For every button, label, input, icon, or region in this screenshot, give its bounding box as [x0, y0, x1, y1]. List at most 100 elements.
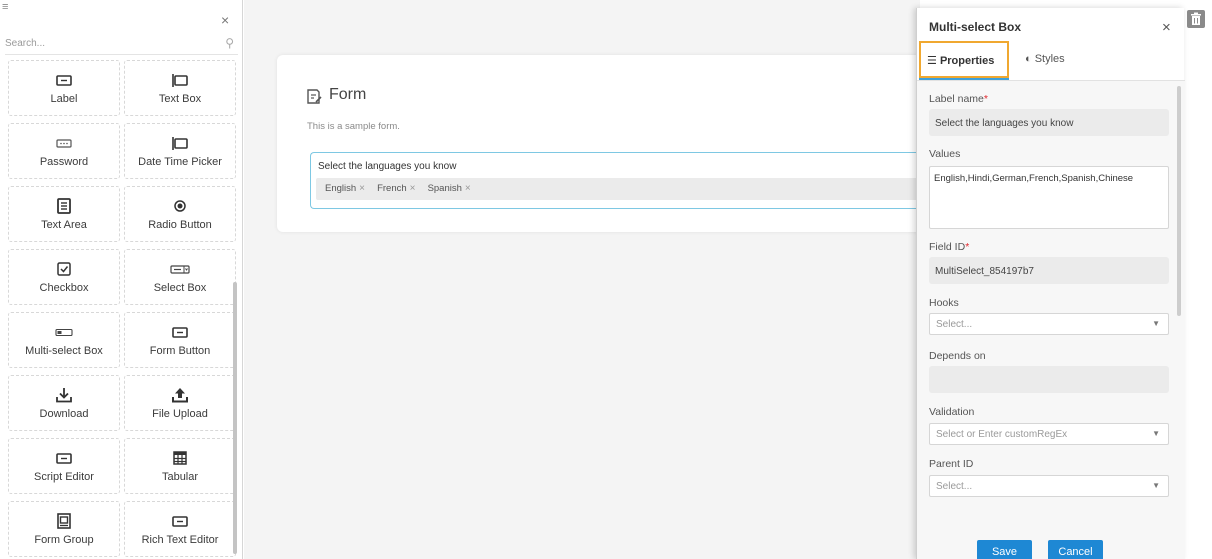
tile-text-box[interactable]: Text Box [124, 60, 236, 116]
values-textarea[interactable]: English,Hindi,German,French,Spanish,Chin… [929, 166, 1169, 229]
hooks-select[interactable]: Select... ▼ [929, 313, 1169, 335]
values-label: Values [929, 148, 961, 160]
date-time-picker-icon [172, 137, 188, 150]
tile-form-button[interactable]: Form Button [124, 312, 236, 368]
panel-close-icon[interactable]: × [1162, 19, 1171, 36]
palette-close-icon[interactable]: × [221, 12, 229, 28]
tile-multi-select-box[interactable]: Multi-select Box [8, 312, 120, 368]
tile-label-text: Label [50, 93, 78, 105]
tile-checkbox[interactable]: Checkbox [8, 249, 120, 305]
field-id-input[interactable]: MultiSelect_854197b7 [929, 257, 1169, 284]
form-description: This is a sample form. [307, 121, 400, 132]
tile-text-area[interactable]: Text Area [8, 186, 120, 242]
tile-rich-text-editor[interactable]: Rich Text Editor [124, 501, 236, 557]
tile-select-box[interactable]: Select Box [124, 249, 236, 305]
tile-script-editor-text: Script Editor [34, 471, 94, 483]
tile-form-button-text: Form Button [149, 345, 211, 357]
styles-tab-icon: ◐ [1025, 53, 1032, 65]
tag-french: French × [377, 183, 416, 194]
text-box-icon [172, 74, 188, 87]
tile-download[interactable]: Download [8, 375, 120, 431]
text-area-icon [57, 198, 71, 214]
palette-search-input[interactable] [5, 33, 205, 53]
radio-button-icon [174, 200, 186, 212]
tile-radio-button[interactable]: Radio Button [124, 186, 236, 242]
properties-panel: Multi-select Box × ☰ Properties ◐ Styles… [916, 8, 1185, 559]
script-editor-icon [56, 453, 72, 464]
field-id-label: Field ID* [929, 241, 970, 253]
tile-multi-select-box-text: Multi-select Box [25, 345, 103, 357]
required-mark: * [983, 93, 988, 105]
tile-password[interactable]: Password [8, 123, 120, 179]
label-icon [56, 75, 72, 86]
tile-text-area-text: Text Area [41, 219, 87, 231]
required-mark: * [965, 241, 970, 253]
rich-text-editor-icon [172, 516, 188, 527]
parent-id-label: Parent ID [929, 458, 974, 470]
parent-id-select[interactable]: Select... ▼ [929, 475, 1169, 497]
download-icon [56, 388, 72, 403]
palette-search: ⚲ [5, 33, 238, 55]
tab-styles[interactable]: ◐ Styles [1025, 41, 1095, 78]
select-box-icon [170, 265, 190, 274]
tabular-icon [173, 451, 187, 465]
form-card: Form This is a sample form. Select the l… [277, 55, 990, 232]
multi-select-field[interactable]: Select the languages you know English × F… [310, 152, 990, 209]
multi-select-box-icon [55, 328, 73, 337]
validation-select-value: Select or Enter customRegEx [936, 429, 1068, 440]
remove-tag-icon[interactable]: × [465, 183, 471, 194]
validation-label: Validation [929, 406, 975, 418]
tile-select-box-text: Select Box [153, 282, 207, 294]
hooks-label: Hooks [929, 297, 959, 309]
chevron-down-icon: ▼ [1152, 429, 1160, 438]
multi-select-label: Select the languages you know [318, 161, 457, 172]
tile-checkbox-text: Checkbox [39, 282, 89, 294]
save-button[interactable]: Save [977, 540, 1032, 559]
tab-properties[interactable]: ☰ Properties [919, 41, 1009, 81]
tile-label[interactable]: Label [8, 60, 120, 116]
palette-scrollbar[interactable] [233, 282, 237, 554]
trash-icon [1191, 12, 1201, 25]
tile-text-box-text: Text Box [158, 93, 202, 105]
depends-on-input[interactable] [929, 366, 1169, 393]
form-edit-icon [307, 89, 322, 104]
form-canvas: Form This is a sample form. Select the l… [244, 0, 990, 559]
tile-date-time-picker-text: Date Time Picker [138, 156, 222, 168]
panel-title: Multi-select Box [929, 20, 1022, 34]
tile-script-editor[interactable]: Script Editor [8, 438, 120, 494]
chevron-down-icon: ▼ [1152, 319, 1160, 328]
form-group-icon [57, 513, 71, 529]
tile-file-upload[interactable]: File Upload [124, 375, 236, 431]
tile-file-upload-text: File Upload [152, 408, 208, 420]
chevron-down-icon: ▼ [1152, 481, 1160, 490]
properties-tab-icon: ☰ [927, 55, 937, 67]
tile-tabular[interactable]: Tabular [124, 438, 236, 494]
parent-id-select-value: Select... [936, 481, 973, 492]
tile-radio-button-text: Radio Button [148, 219, 212, 231]
validation-select[interactable]: Select or Enter customRegEx ▼ [929, 423, 1169, 445]
tile-date-time-picker[interactable]: Date Time Picker [124, 123, 236, 179]
cancel-button[interactable]: Cancel [1048, 540, 1103, 559]
tile-download-text: Download [39, 408, 89, 420]
tile-form-group-text: Form Group [34, 534, 94, 546]
search-icon[interactable]: ⚲ [225, 36, 234, 50]
tile-form-group[interactable]: Form Group [8, 501, 120, 557]
tile-tabular-text: Tabular [161, 471, 199, 483]
tag-spanish: Spanish × [427, 183, 471, 194]
remove-tag-icon[interactable]: × [359, 183, 365, 194]
palette-tiles: Label Text Box Password Date Time Picker… [0, 60, 236, 559]
multi-select-tag-box[interactable]: English × French × Spanish × [316, 178, 986, 200]
delete-button[interactable] [1187, 10, 1205, 28]
tile-rich-text-editor-text: Rich Text Editor [141, 534, 219, 546]
depends-on-label: Depends on [929, 350, 986, 362]
panel-scrollbar[interactable] [1177, 86, 1181, 316]
label-name-label: Label name* [929, 93, 988, 105]
form-title: Form [329, 86, 367, 103]
remove-tag-icon[interactable]: × [410, 183, 416, 194]
hooks-select-value: Select... [936, 319, 973, 330]
label-name-input[interactable]: Select the languages you know [929, 109, 1169, 136]
tile-password-text: Password [39, 156, 89, 168]
file-upload-icon [172, 388, 188, 403]
tab-properties-label: Properties [939, 55, 995, 67]
menu-icon[interactable]: ≡ [2, 2, 8, 13]
